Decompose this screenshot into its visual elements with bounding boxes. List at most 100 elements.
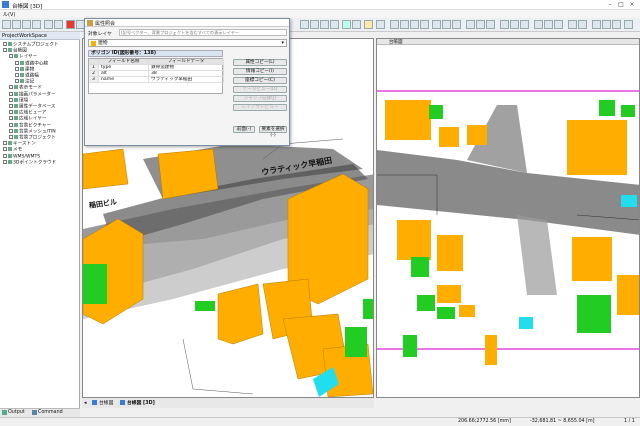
cursor-coordinates: 206.66;2772.56 [mm] bbox=[458, 419, 511, 424]
checkbox-icon[interactable] bbox=[15, 60, 19, 65]
tool-s-icon[interactable] bbox=[592, 20, 601, 29]
maximize-button[interactable]: □ bbox=[617, 1, 625, 9]
layer-icon bbox=[8, 159, 12, 164]
checkbox-icon[interactable] bbox=[3, 147, 7, 152]
tool-d-icon[interactable] bbox=[420, 20, 429, 29]
tool-q-icon[interactable] bbox=[568, 20, 577, 29]
tree-item[interactable]: 3Dポイントクラウド bbox=[3, 159, 56, 167]
view3d-icon[interactable] bbox=[376, 20, 385, 29]
redo-icon[interactable] bbox=[54, 20, 63, 29]
undo-icon[interactable] bbox=[44, 20, 53, 29]
layer-icon[interactable] bbox=[330, 20, 339, 29]
tool-e-icon[interactable] bbox=[432, 20, 441, 29]
zoom-out-icon[interactable] bbox=[310, 20, 319, 29]
checkbox-icon[interactable] bbox=[9, 54, 13, 59]
new-icon[interactable] bbox=[2, 20, 11, 29]
checkbox-icon[interactable] bbox=[3, 159, 7, 164]
tree-item-label: 表示モード bbox=[19, 85, 42, 91]
tool-v-icon[interactable] bbox=[624, 20, 633, 29]
open-icon[interactable] bbox=[12, 20, 21, 29]
checkbox-icon[interactable] bbox=[3, 48, 7, 53]
map-2d-view[interactable] bbox=[377, 45, 640, 398]
print-icon[interactable] bbox=[32, 20, 41, 29]
chevron-down-icon[interactable]: ▾ bbox=[281, 40, 284, 46]
tool-l-icon[interactable] bbox=[510, 20, 519, 29]
pan-icon[interactable] bbox=[320, 20, 329, 29]
building-2d-6 bbox=[437, 285, 461, 303]
tool-n-icon[interactable] bbox=[534, 20, 543, 29]
tool-u-icon[interactable] bbox=[612, 20, 621, 29]
tool-r-icon[interactable] bbox=[578, 20, 587, 29]
tab-command[interactable]: Command bbox=[38, 410, 63, 415]
tool-k-icon[interactable] bbox=[500, 20, 509, 29]
checkbox-icon[interactable] bbox=[9, 104, 13, 108]
tab-map-2d[interactable]: 台帳図 bbox=[99, 399, 113, 406]
tool-o-icon[interactable] bbox=[544, 20, 553, 29]
tab-map-3d[interactable]: 台帳図 [3D] bbox=[127, 399, 155, 406]
checkbox-icon[interactable] bbox=[9, 110, 13, 115]
select-icon[interactable] bbox=[352, 20, 361, 29]
tool-t-icon[interactable] bbox=[602, 20, 611, 29]
copy-info-button[interactable]: 情報コピー(I) bbox=[233, 68, 287, 75]
tab-scroll-icon[interactable]: ◂ bbox=[84, 400, 87, 406]
map-window-2d[interactable]: 台帳図 bbox=[376, 38, 640, 398]
select-element-button[interactable]: 要素を選択(-) bbox=[259, 126, 287, 138]
checkbox-icon[interactable] bbox=[9, 91, 13, 96]
tab-output[interactable]: Output bbox=[8, 410, 25, 415]
title-bar: 台帳図 [3D] – □ × bbox=[0, 0, 640, 10]
building-2d-9 bbox=[617, 275, 639, 315]
tool-b-icon[interactable] bbox=[400, 20, 409, 29]
layer-icon bbox=[14, 122, 18, 127]
menu-view[interactable]: ル(V) bbox=[3, 11, 15, 18]
tree-item-label: 台帳図 bbox=[13, 48, 27, 54]
layer-icon bbox=[14, 85, 18, 90]
map-extent: -32,681.81 ~ 8,655.04 [m] bbox=[530, 419, 595, 424]
tree-item-label: WMS/WMTS bbox=[13, 154, 41, 160]
measure-icon[interactable] bbox=[342, 20, 351, 29]
attribute-query-window[interactable]: 属性照会 対象レイヤ 建物 ▾ ポリゴン ID(図形番号：138) フィールド名… bbox=[84, 18, 290, 146]
close-button[interactable]: × bbox=[628, 1, 636, 9]
tool-h-icon[interactable] bbox=[466, 20, 475, 29]
checkbox-icon[interactable] bbox=[9, 122, 13, 127]
layer-icon bbox=[8, 147, 12, 152]
checkbox-icon[interactable] bbox=[9, 85, 13, 90]
checkbox-icon[interactable] bbox=[3, 141, 7, 146]
tool-i-icon[interactable] bbox=[476, 20, 485, 29]
tool-c-icon[interactable] bbox=[410, 20, 419, 29]
tool-a-icon[interactable] bbox=[390, 20, 399, 29]
jump-record-button[interactable]: ジャンプ記録(J) bbox=[233, 95, 287, 102]
map-document-tabs: ◂ 台帳図 台帳図 [3D] bbox=[82, 398, 374, 408]
pointcloud-icon[interactable] bbox=[364, 20, 373, 29]
attribute-window-titlebar[interactable]: 属性照会 bbox=[85, 19, 289, 27]
checkbox-icon[interactable] bbox=[3, 153, 7, 158]
checkbox-icon[interactable] bbox=[15, 79, 19, 84]
checkbox-icon[interactable] bbox=[9, 97, 13, 102]
layer-icon bbox=[20, 60, 24, 65]
layer-icon bbox=[20, 79, 24, 84]
minimize-button[interactable]: – bbox=[606, 1, 614, 9]
tool-j-icon[interactable] bbox=[486, 20, 495, 29]
checkbox-icon[interactable] bbox=[15, 66, 19, 71]
layout-view-button[interactable]: レイアウトピュー bbox=[233, 104, 287, 111]
copy-attribute-button[interactable]: 属性コピー(L) bbox=[233, 59, 287, 66]
checkbox-icon[interactable] bbox=[9, 135, 13, 139]
front-button[interactable]: 前面(-) bbox=[233, 126, 255, 133]
layer-icon bbox=[8, 48, 12, 53]
stop-icon[interactable] bbox=[66, 20, 75, 29]
building-2d-11 bbox=[485, 335, 497, 365]
tool-g-icon[interactable] bbox=[452, 20, 461, 29]
checkbox-icon[interactable] bbox=[3, 42, 7, 46]
copy-coords-button[interactable]: 座標コピー(C) bbox=[233, 77, 287, 84]
layer-select[interactable]: 建物 ▾ bbox=[88, 39, 287, 47]
tool-f-icon[interactable] bbox=[442, 20, 451, 29]
tool-m-icon[interactable] bbox=[520, 20, 529, 29]
checkbox-icon[interactable] bbox=[15, 73, 19, 77]
save-icon[interactable] bbox=[22, 20, 31, 29]
menu-bar: ル(V) bbox=[0, 10, 640, 18]
checkbox-icon[interactable] bbox=[9, 128, 13, 133]
zoom-in-icon[interactable] bbox=[300, 20, 309, 29]
layer-scope-input[interactable] bbox=[119, 29, 287, 36]
data-view-button[interactable]: データピュー(D) bbox=[233, 86, 287, 93]
checkbox-icon[interactable] bbox=[9, 116, 13, 121]
tool-p-icon[interactable] bbox=[554, 20, 563, 29]
